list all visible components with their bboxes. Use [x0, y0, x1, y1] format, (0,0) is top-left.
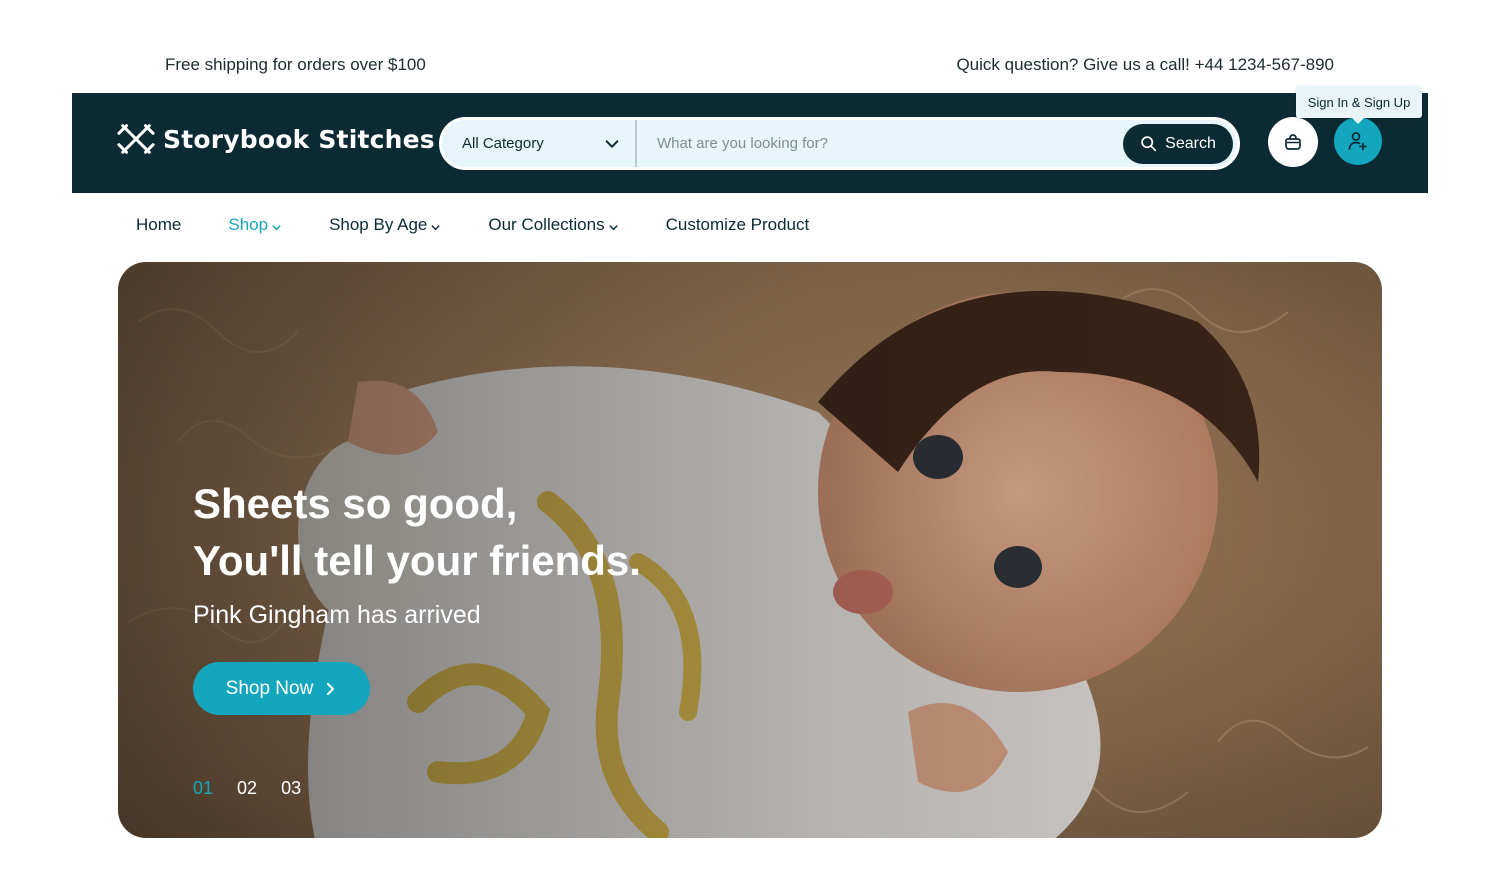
slide-pagination: 01 02 03	[193, 778, 301, 799]
search-input[interactable]	[637, 120, 1123, 167]
shopping-bag-icon	[1285, 134, 1301, 150]
nav-item-shop[interactable]: Shop	[228, 215, 282, 235]
chevron-down-icon	[272, 224, 281, 230]
chevron-down-icon	[431, 224, 441, 230]
hero-title-line-2: You'll tell your friends.	[193, 537, 641, 584]
account-button[interactable]	[1334, 117, 1382, 165]
slide-indicator-2[interactable]: 02	[237, 778, 257, 799]
chevron-down-icon	[605, 139, 619, 148]
search-icon	[1141, 136, 1157, 152]
site-header: Storybook Stitches All Category Search	[72, 93, 1428, 193]
hero-title-line-1: Sheets so good,	[193, 480, 518, 527]
nav-item-label: Shop By Age	[329, 215, 428, 234]
chevron-down-icon	[608, 224, 618, 230]
nav-item-shop-by-age[interactable]: Shop By Age	[329, 215, 441, 235]
top-bar: Free shipping for orders over $100 Quick…	[0, 0, 1500, 93]
brand-logo[interactable]: Storybook Stitches	[117, 119, 435, 159]
slide-indicator-3[interactable]: 03	[281, 778, 301, 799]
shop-now-label: Shop Now	[225, 677, 314, 699]
main-nav: Home Shop Shop By Age Our Collections Cu…	[136, 212, 856, 238]
user-add-icon	[1348, 132, 1367, 151]
cart-button[interactable]	[1268, 117, 1318, 167]
search-button[interactable]: Search	[1123, 123, 1233, 164]
shop-now-button[interactable]: Shop Now	[193, 662, 370, 715]
nav-item-label: Our Collections	[488, 215, 605, 234]
nav-item-label: Customize Product	[665, 215, 810, 234]
nav-item-home[interactable]: Home	[136, 215, 181, 235]
category-label: All Category	[462, 135, 544, 152]
nav-item-label: Home	[136, 215, 182, 234]
nav-item-label: Shop	[228, 215, 269, 234]
category-select[interactable]: All Category	[442, 120, 637, 167]
hero-banner[interactable]: Sheets so good, You'll tell your friends…	[118, 262, 1382, 838]
search-button-label: Search	[1165, 134, 1216, 152]
shipping-note: Free shipping for orders over $100	[165, 55, 426, 74]
nav-item-customize-product[interactable]: Customize Product	[666, 215, 810, 235]
stitch-logo-icon	[117, 124, 155, 154]
brand-name: Storybook Stitches	[163, 124, 435, 154]
slide-indicator-1[interactable]: 01	[193, 778, 213, 799]
account-tooltip: Sign In & Sign Up	[1296, 86, 1422, 124]
nav-item-our-collections[interactable]: Our Collections	[488, 215, 618, 235]
search-bar: All Category Search	[439, 117, 1240, 170]
chevron-right-icon	[327, 682, 335, 695]
contact-note: Quick question? Give us a call! +44 1234…	[956, 55, 1334, 74]
hero-subtitle: Pink Gingham has arrived	[193, 601, 481, 629]
hero-title: Sheets so good, You'll tell your friends…	[193, 475, 641, 589]
